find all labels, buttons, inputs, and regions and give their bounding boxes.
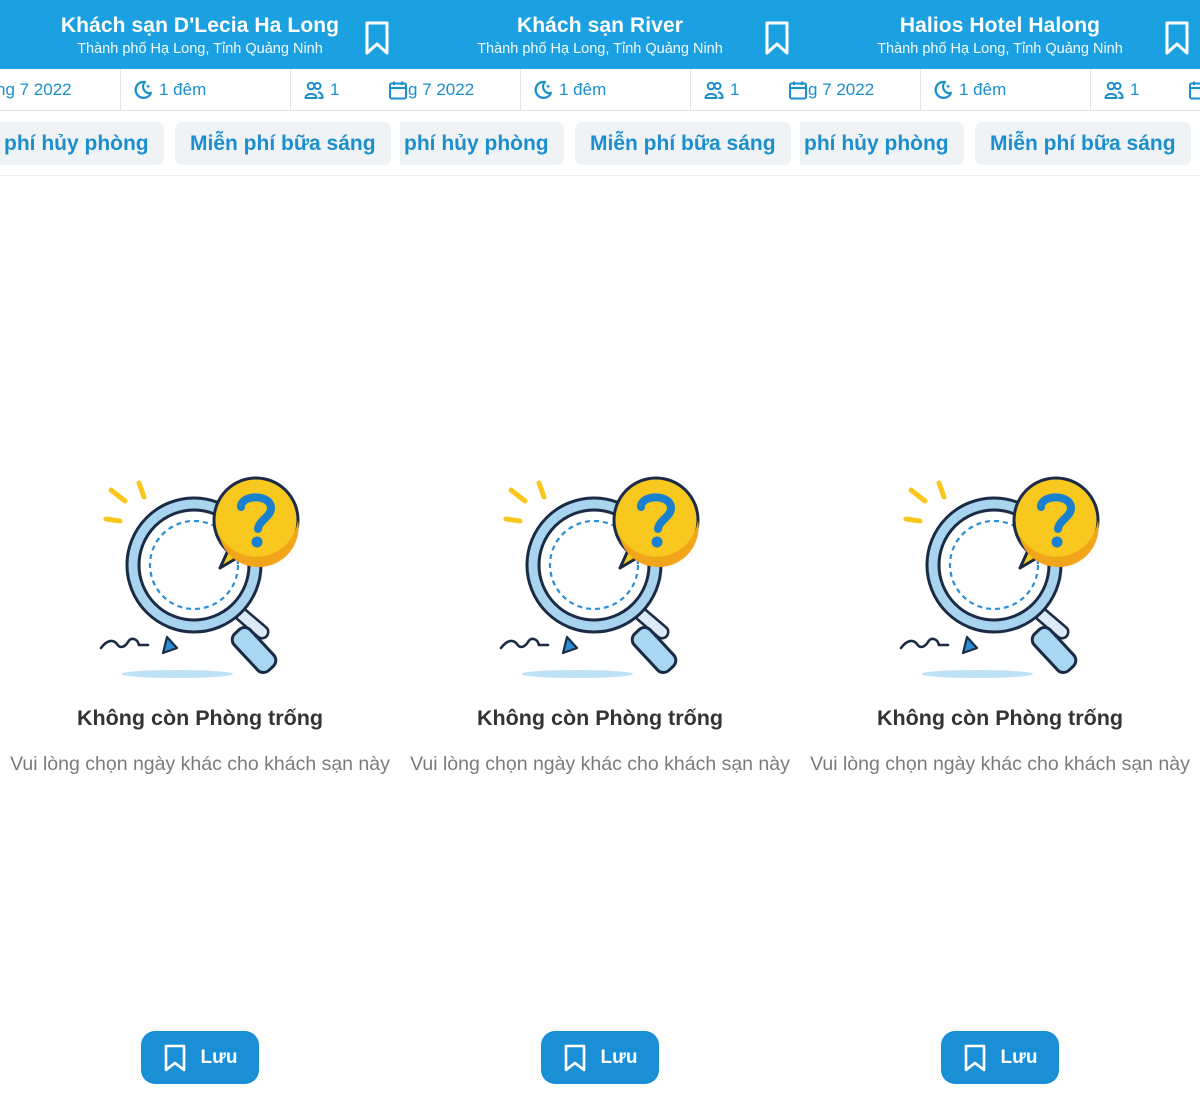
hotel-header: Khách sạn River Thành phố Hạ Long, Tỉnh … xyxy=(400,0,800,69)
chip-label: phí hủy phòng xyxy=(804,131,949,155)
moon-icon xyxy=(134,80,153,99)
empty-state-message: Vui lòng chọn ngày khác cho khách sạn nà… xyxy=(810,753,1190,775)
magnifier-question-illustration xyxy=(499,476,700,678)
moon-icon xyxy=(934,80,953,99)
save-label: Lưu xyxy=(600,1046,638,1068)
chip-label: Miễn phí bữa sáng xyxy=(590,131,776,155)
divider xyxy=(120,69,121,110)
hotel-panel: Khách sạn D'Lecia Ha Long Thành phố Hạ L… xyxy=(0,0,400,1109)
bookmark-icon xyxy=(365,21,389,55)
calendar-icon xyxy=(800,81,807,99)
date-selector[interactable]: ng 7 2022 xyxy=(0,69,72,110)
nights-label: 1 đêm xyxy=(559,79,607,99)
save-button[interactable]: Lưu xyxy=(141,1031,259,1084)
hotel-title: Khách sạn River xyxy=(516,14,684,37)
moon-icon xyxy=(534,80,553,99)
people-icon xyxy=(704,81,724,99)
date-label: g 7 2022 xyxy=(408,79,475,99)
divider xyxy=(920,69,921,110)
bookmark-button[interactable] xyxy=(1162,20,1192,56)
calendar-icon xyxy=(789,81,800,99)
filter-chips: phí hủy phòng Miễn phí bữa sáng xyxy=(0,111,400,176)
bookmark-button[interactable] xyxy=(362,20,392,56)
empty-state-message: Vui lòng chọn ngày khác cho khách sạn nà… xyxy=(10,753,390,775)
date-label: ng 7 2022 xyxy=(0,79,72,99)
empty-state-title: Không còn Phòng trống xyxy=(476,706,723,730)
filter-chips: phí hủy phòng Miễn phí bữa sáng xyxy=(800,111,1200,176)
save-button[interactable]: Lưu xyxy=(941,1031,1059,1084)
hotel-location: Thành phố Hạ Long, Tỉnh Quảng Ninh xyxy=(877,41,1123,57)
no-rooms-illustration xyxy=(495,470,710,685)
bookmark-icon xyxy=(564,1044,585,1071)
hotel-panel: Halios Hotel Halong Thành phố Hạ Long, T… xyxy=(800,0,1200,1109)
nights-selector[interactable]: 1 đêm xyxy=(933,69,1006,110)
filter-chip-breakfast[interactable]: Miễn phí bữa sáng xyxy=(975,122,1191,165)
magnifier-question-illustration xyxy=(99,476,300,678)
hotel-title: Halios Hotel Halong xyxy=(899,14,1101,37)
filter-chip-cancellation[interactable]: phí hủy phòng xyxy=(800,122,964,165)
people-icon xyxy=(1104,81,1124,99)
date-selector[interactable]: g 7 2022 xyxy=(400,69,474,110)
calendar-icon xyxy=(389,81,400,99)
filter-chip-cancellation[interactable]: phí hủy phòng xyxy=(0,122,164,165)
no-rooms-illustration xyxy=(895,470,1110,685)
filter-chip-breakfast[interactable]: Miễn phí bữa sáng xyxy=(575,122,791,165)
bookmark-icon xyxy=(765,21,789,55)
bookmark-icon xyxy=(1165,21,1189,55)
save-label: Lưu xyxy=(200,1046,238,1068)
search-info-bar: ng 7 2022 1 đêm 1 xyxy=(0,69,400,111)
hotel-panels: Khách sạn D'Lecia Ha Long Thành phố Hạ L… xyxy=(0,0,1200,1109)
magnifier-question-illustration xyxy=(899,476,1100,678)
empty-state-title: Không còn Phòng trống xyxy=(876,706,1123,730)
hotel-header: Halios Hotel Halong Thành phố Hạ Long, T… xyxy=(800,0,1200,69)
guests-label: 1 xyxy=(1130,79,1140,99)
date-selector-next[interactable] xyxy=(1188,69,1200,110)
nights-label: 1 đêm xyxy=(959,79,1007,99)
filter-chips: phí hủy phòng Miễn phí bữa sáng xyxy=(400,111,800,176)
divider xyxy=(1090,69,1091,110)
search-info-bar: g 7 2022 1 đêm 1 xyxy=(400,69,800,111)
chip-label: phí hủy phòng xyxy=(4,131,149,155)
people-icon xyxy=(304,81,324,99)
search-info-bar: g 7 2022 1 đêm 1 xyxy=(800,69,1200,111)
save-button[interactable]: Lưu xyxy=(541,1031,659,1084)
divider xyxy=(690,69,691,110)
bookmark-icon xyxy=(164,1044,185,1071)
guests-selector[interactable]: 1 xyxy=(1104,69,1139,110)
chip-label: Miễn phí bữa sáng xyxy=(990,131,1176,155)
calendar-icon xyxy=(400,81,407,99)
filter-chip-breakfast[interactable]: Miễn phí bữa sáng xyxy=(175,122,391,165)
bookmark-button[interactable] xyxy=(762,20,792,56)
hotel-header: Khách sạn D'Lecia Ha Long Thành phố Hạ L… xyxy=(0,0,400,69)
calendar-icon xyxy=(1189,81,1200,99)
nights-selector[interactable]: 1 đêm xyxy=(133,69,206,110)
chip-label: phí hủy phòng xyxy=(404,131,549,155)
date-selector-next[interactable] xyxy=(788,69,800,110)
nights-selector[interactable]: 1 đêm xyxy=(533,69,606,110)
no-rooms-illustration xyxy=(95,470,310,685)
guests-label: 1 xyxy=(730,79,740,99)
date-selector[interactable]: g 7 2022 xyxy=(800,69,874,110)
nights-label: 1 đêm xyxy=(159,79,207,99)
chip-label: Miễn phí bữa sáng xyxy=(190,131,376,155)
save-label: Lưu xyxy=(1000,1046,1038,1068)
date-label: g 7 2022 xyxy=(808,79,875,99)
divider xyxy=(520,69,521,110)
empty-state-title: Không còn Phòng trống xyxy=(76,706,323,730)
bookmark-icon xyxy=(964,1044,985,1071)
guests-selector[interactable]: 1 xyxy=(704,69,739,110)
divider xyxy=(290,69,291,110)
date-selector-next[interactable] xyxy=(388,69,400,110)
guests-label: 1 xyxy=(330,79,340,99)
hotel-title: Khách sạn D'Lecia Ha Long xyxy=(60,14,340,37)
filter-chip-cancellation[interactable]: phí hủy phòng xyxy=(400,122,564,165)
guests-selector[interactable]: 1 xyxy=(304,69,339,110)
hotel-location: Thành phố Hạ Long, Tỉnh Quảng Ninh xyxy=(477,41,723,57)
empty-state-message: Vui lòng chọn ngày khác cho khách sạn nà… xyxy=(410,753,790,775)
hotel-panel: Khách sạn River Thành phố Hạ Long, Tỉnh … xyxy=(400,0,800,1109)
hotel-location: Thành phố Hạ Long, Tỉnh Quảng Ninh xyxy=(77,41,323,57)
